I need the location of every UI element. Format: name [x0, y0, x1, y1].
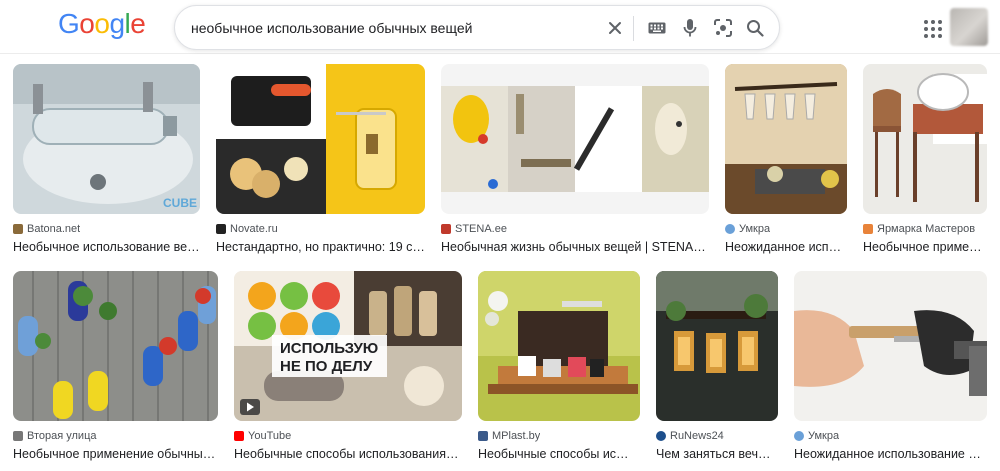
favicon [656, 431, 666, 441]
result-source: STENA.ee [441, 222, 507, 236]
result-thumbnail[interactable]: CUBE [13, 64, 200, 214]
result-thumbnail[interactable] [656, 271, 778, 421]
result-title[interactable]: Нестандартно, но практично: 19 с… [216, 240, 425, 254]
image-result[interactable]: Вторая улица Необычное применение обычны… [13, 271, 218, 466]
image-result[interactable]: ИСПОЛЬЗУЮ НЕ ПО ДЕЛУ YouTube Необычные с… [234, 271, 462, 466]
favicon [794, 431, 804, 441]
result-thumbnail[interactable] [441, 64, 709, 214]
favicon [478, 431, 488, 441]
result-source: Умкра [794, 429, 839, 443]
source-name: Вторая улица [27, 430, 97, 442]
search-divider [633, 16, 634, 41]
microphone-icon[interactable] [678, 16, 702, 40]
logo-letter: o [79, 8, 95, 39]
search-input[interactable] [191, 18, 591, 38]
result-title[interactable]: Необычные способы использования… [234, 447, 462, 461]
result-thumbnail[interactable] [863, 64, 987, 214]
google-logo[interactable]: Google [58, 8, 146, 40]
account-avatar[interactable] [950, 8, 988, 46]
source-name: Batona.net [27, 223, 81, 235]
result-source: Ярмарка Мастеров [863, 222, 975, 236]
result-source: Умкра [725, 222, 770, 236]
youtube-icon [234, 431, 244, 441]
result-title[interactable]: Необычное приме… [863, 240, 987, 254]
result-title[interactable]: Необычная жизнь обычных вещей | STENA.ee [441, 240, 709, 254]
result-source: MPlast.by [478, 429, 540, 443]
source-name: Ярмарка Мастеров [877, 223, 976, 235]
favicon [13, 224, 23, 234]
source-name: Умкра [739, 223, 771, 235]
favicon [216, 224, 226, 234]
favicon [13, 431, 23, 441]
source-name: RuNews24 [670, 430, 724, 442]
source-name: YouTube [248, 430, 292, 442]
image-result[interactable]: RuNews24 Чем заняться веч… [656, 271, 778, 466]
logo-letter: o [94, 8, 110, 39]
result-title[interactable]: Неожиданное исп… [725, 240, 847, 254]
result-thumbnail[interactable] [725, 64, 847, 214]
result-source: YouTube [234, 429, 291, 443]
image-result[interactable]: Novate.ru Нестандартно, но практично: 19… [216, 64, 425, 260]
image-result[interactable]: CUBE Batona.net Необычное использование … [13, 64, 200, 260]
image-result[interactable]: MPlast.by Необычные способы ис… [478, 271, 640, 466]
result-title[interactable]: Неожиданное использование … [794, 447, 987, 461]
result-thumbnail[interactable] [216, 64, 425, 214]
cube-watermark: CUBE [163, 196, 197, 210]
favicon [725, 224, 735, 234]
image-result[interactable]: Ярмарка Мастеров Необычное приме… [863, 64, 987, 260]
result-source: RuNews24 [656, 429, 724, 443]
lens-icon[interactable] [711, 16, 735, 40]
source-name: STENA.ee [455, 223, 507, 235]
image-result[interactable]: Умкра Неожиданное исп… [725, 64, 847, 260]
keyboard-icon[interactable] [645, 16, 669, 40]
result-source: Вторая улица [13, 429, 97, 443]
image-result[interactable]: STENA.ee Необычная жизнь обычных вещей |… [441, 64, 709, 260]
source-name: Novate.ru [230, 223, 278, 235]
result-title[interactable]: Необычные способы ис… [478, 447, 640, 461]
result-source: Batona.net [13, 222, 80, 236]
source-name: MPlast.by [492, 430, 541, 442]
logo-letter: g [109, 8, 125, 39]
result-title[interactable]: Необычное применение обычны… [13, 447, 218, 461]
logo-letter: e [130, 8, 146, 39]
search-box[interactable] [174, 5, 780, 50]
result-thumbnail[interactable] [478, 271, 640, 421]
favicon [441, 224, 451, 234]
close-icon[interactable] [603, 16, 627, 40]
logo-letter: G [58, 8, 80, 39]
favicon [863, 224, 873, 234]
result-thumbnail[interactable] [794, 271, 987, 421]
source-name: Умкра [808, 430, 840, 442]
result-thumbnail[interactable]: ИСПОЛЬЗУЮ НЕ ПО ДЕЛУ [234, 271, 462, 421]
header: Google [0, 0, 1000, 54]
result-thumbnail[interactable] [13, 271, 218, 421]
result-title[interactable]: Чем заняться веч… [656, 447, 778, 461]
thumb-overlay-line2: НЕ ПО ДЕЛУ [280, 358, 373, 375]
search-icon[interactable] [743, 16, 767, 40]
result-source: Novate.ru [216, 222, 278, 236]
apps-grid-icon[interactable] [922, 18, 944, 40]
result-title[interactable]: Необычное использование ве… [13, 240, 200, 254]
thumb-overlay-line1: ИСПОЛЬЗУЮ [280, 340, 378, 357]
image-result[interactable]: Умкра Неожиданное использование … [794, 271, 987, 466]
